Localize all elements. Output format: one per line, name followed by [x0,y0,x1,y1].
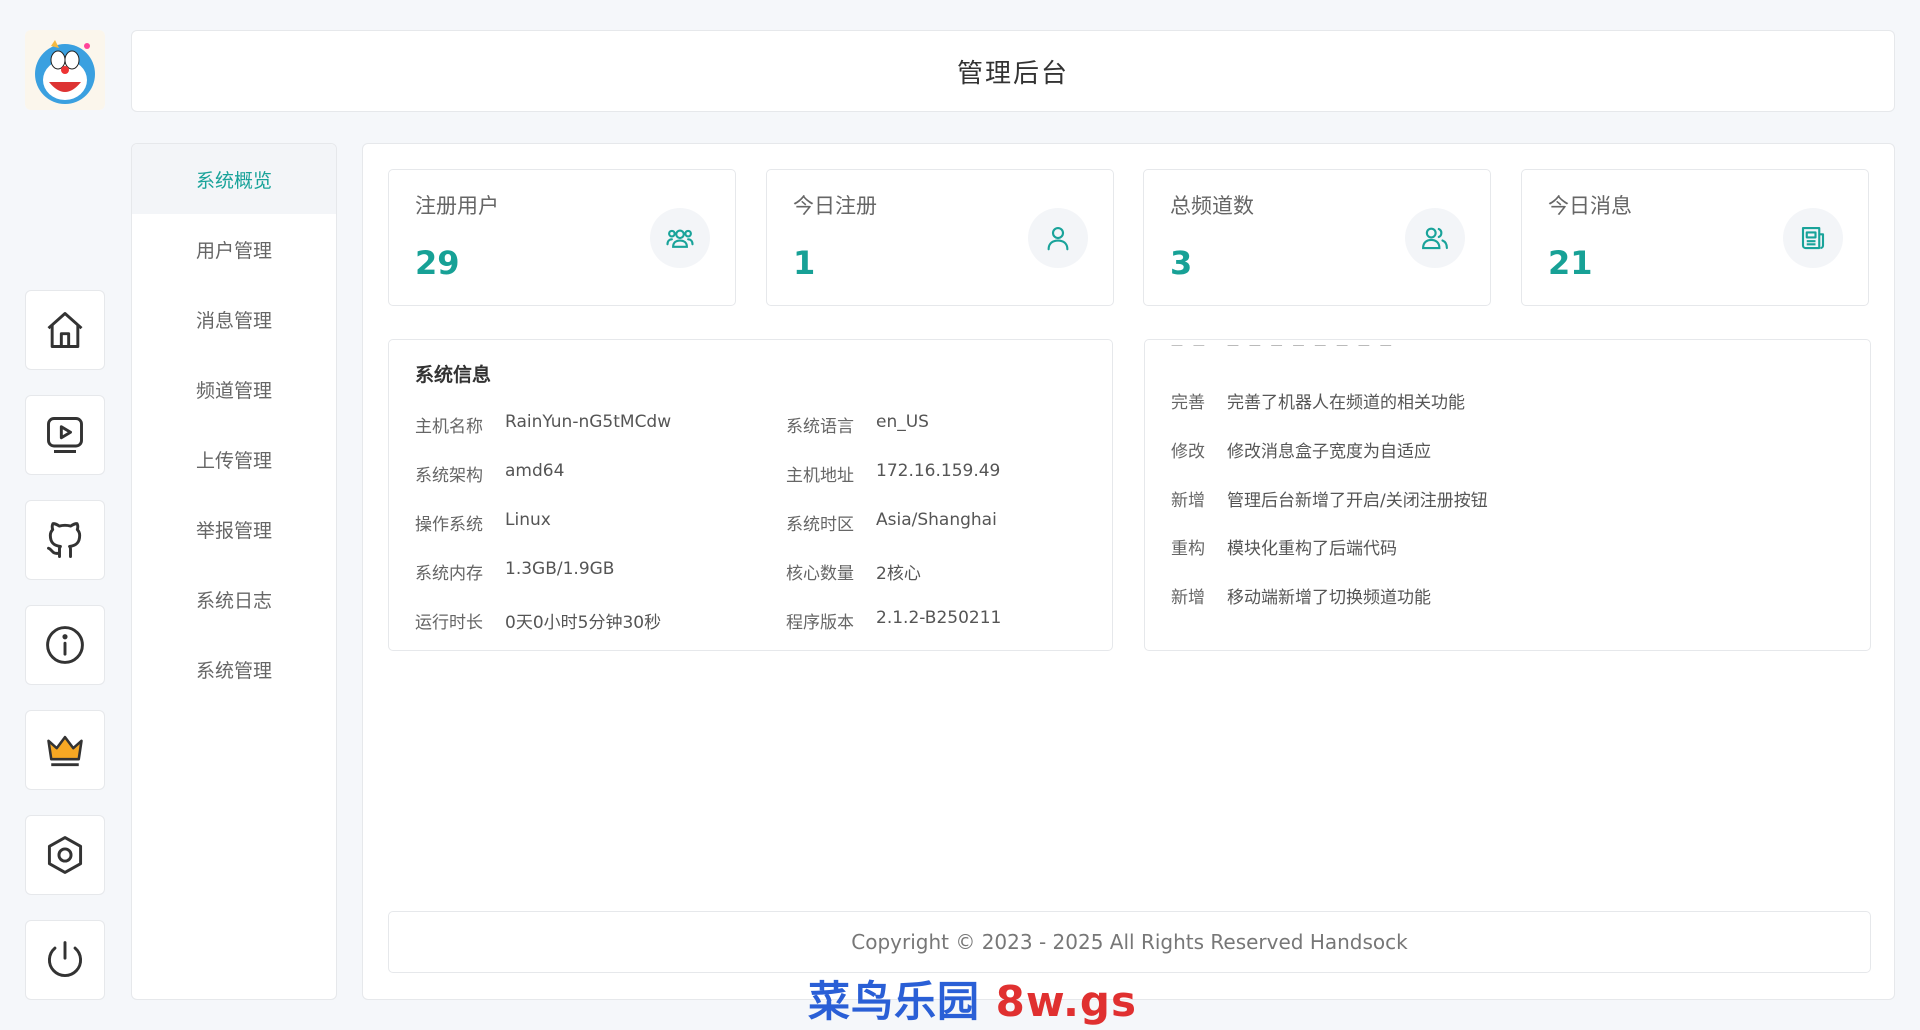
sidebar-item-messages[interactable]: 消息管理 [132,284,336,354]
copyright-text: Copyright © 2023 - 2025 All Rights Reser… [851,930,1408,954]
changelog-type: 新增 [1171,588,1205,608]
sidebar-item-system[interactable]: 系统管理 [132,634,336,704]
changelog-desc: 管理后台新增了开启/关闭注册按钮 [1227,491,1488,511]
info-row: 主机地址 172.16.159.49 [786,461,1000,486]
changelog-desc: 模块化重构了后端代码 [1227,539,1397,559]
footer: Copyright © 2023 - 2025 All Rights Reser… [388,911,1871,973]
sidebar: 系统概览 用户管理 消息管理 频道管理 上传管理 举报管理 系统日志 系统管理 [131,143,337,1000]
stat-card-registered-users: 注册用户 29 [388,169,736,306]
stat-card-total-channels: 总频道数 3 [1143,169,1491,306]
user-icon [1028,208,1088,268]
info-key: 操作系统 [415,515,483,535]
home-icon [47,312,83,348]
sidebar-item-overview[interactable]: 系统概览 [132,144,336,214]
info-row: 系统时区 Asia/Shanghai [786,510,997,535]
info-key: 运行时长 [415,613,483,633]
info-key: 程序版本 [786,613,854,633]
changelog-type: 完善 [1171,393,1205,413]
stat-card-today-registrations: 今日注册 1 [766,169,1114,306]
changelog-desc: 修改消息盒子宽度为自适应 [1227,442,1431,462]
icon-toolbar [25,290,105,1025]
info-row: 系统内存 1.3GB/1.9GB [415,559,614,584]
changelog-card[interactable]: — — — — — — — — — — 完善 完善了机器人在频道的相关功能 修改 … [1144,339,1871,651]
info-row: 操作系统 Linux [415,510,551,535]
info-key: 系统语言 [786,417,854,437]
info-key: 主机名称 [415,417,483,437]
info-key: 系统架构 [415,466,483,486]
newspaper-icon [1783,208,1843,268]
changelog-type: 修改 [1171,442,1205,462]
users-pair-icon [1405,208,1465,268]
watermark: 菜鸟乐园 8w.gs [808,968,1137,1029]
github-icon [47,522,82,558]
sidebar-item-uploads[interactable]: 上传管理 [132,424,336,494]
header-bar: 管理后台 [131,30,1895,112]
info-value: 2核心 [876,564,921,584]
info-value: Linux [505,510,551,530]
watermark-text-red: 8w.gs [995,977,1137,1026]
stat-value: 21 [1548,244,1593,282]
logout-button[interactable] [25,920,105,1000]
system-info-card: 系统信息 主机名称 RainYun-nG5tMCdw 系统语言 en_US 系统… [388,339,1113,651]
crown-icon [47,735,83,767]
stat-label: 今日注册 [793,194,877,218]
changelog-row-cut: — — — — — — — — — — [1171,339,1395,352]
info-key: 系统时区 [786,515,854,535]
info-value: RainYun-nG5tMCdw [505,412,672,432]
info-button[interactable] [25,605,105,685]
changelog-type: 新增 [1171,491,1205,511]
users-group-icon [650,208,710,268]
settings-hexagon-icon [47,836,83,874]
info-value: Asia/Shanghai [876,510,997,530]
info-key: 主机地址 [786,466,854,486]
home-button[interactable] [25,290,105,370]
changelog-desc: 移动端新增了切换频道功能 [1227,588,1431,608]
sidebar-item-logs[interactable]: 系统日志 [132,564,336,634]
sidebar-item-reports[interactable]: 举报管理 [132,494,336,564]
info-value: amd64 [505,461,565,481]
info-value: en_US [876,412,929,432]
main-panel: 注册用户 29 今日注册 1 总频道数 3 今日消息 21 系统信息 主机名称 … [362,143,1895,1000]
info-row: 主机名称 RainYun-nG5tMCdw [415,412,671,437]
doraemon-avatar-image [25,30,105,110]
info-row: 系统语言 en_US [786,412,929,437]
avatar[interactable] [25,30,105,110]
info-value: 172.16.159.49 [876,461,1001,481]
changelog-row: 新增 移动端新增了切换频道功能 [1171,583,1431,608]
changelog-desc: 完善了机器人在频道的相关功能 [1227,393,1465,413]
info-icon [46,626,84,664]
info-row: 系统架构 amd64 [415,461,564,486]
info-value: 0天0小时5分钟30秒 [505,613,662,633]
info-row: 核心数量 2核心 [786,559,921,584]
sidebar-item-channels[interactable]: 频道管理 [132,354,336,424]
page-title: 管理后台 [956,58,1069,89]
vip-button[interactable] [25,710,105,790]
info-value: 2.1.2-B250211 [876,608,1002,628]
stat-label: 今日消息 [1548,194,1632,218]
changelog-row: 完善 完善了机器人在频道的相关功能 [1171,388,1465,413]
stat-value: 29 [415,244,460,282]
stat-label: 注册用户 [415,194,499,218]
info-value: 1.3GB/1.9GB [505,559,615,579]
video-button[interactable] [25,395,105,475]
info-key: 系统内存 [415,564,483,584]
changelog-type: 重构 [1171,539,1205,559]
info-row: 程序版本 2.1.2-B250211 [786,608,1001,633]
changelog-row: 新增 管理后台新增了开启/关闭注册按钮 [1171,486,1488,511]
video-player-icon [47,417,83,453]
changelog-row: 修改 修改消息盒子宽度为自适应 [1171,437,1431,462]
stat-value: 3 [1170,244,1193,282]
changelog-row: 重构 模块化重构了后端代码 [1171,534,1397,559]
stat-label: 总频道数 [1170,194,1254,218]
system-info-title: 系统信息 [415,364,492,386]
info-row: 运行时长 0天0小时5分钟30秒 [415,608,661,633]
sidebar-item-users[interactable]: 用户管理 [132,214,336,284]
power-icon [47,941,83,978]
stat-card-today-messages: 今日消息 21 [1521,169,1869,306]
stat-value: 1 [793,244,816,282]
github-button[interactable] [25,500,105,580]
watermark-text-blue: 菜鸟乐园 [808,977,981,1026]
settings-button[interactable] [25,815,105,895]
info-key: 核心数量 [786,564,854,584]
